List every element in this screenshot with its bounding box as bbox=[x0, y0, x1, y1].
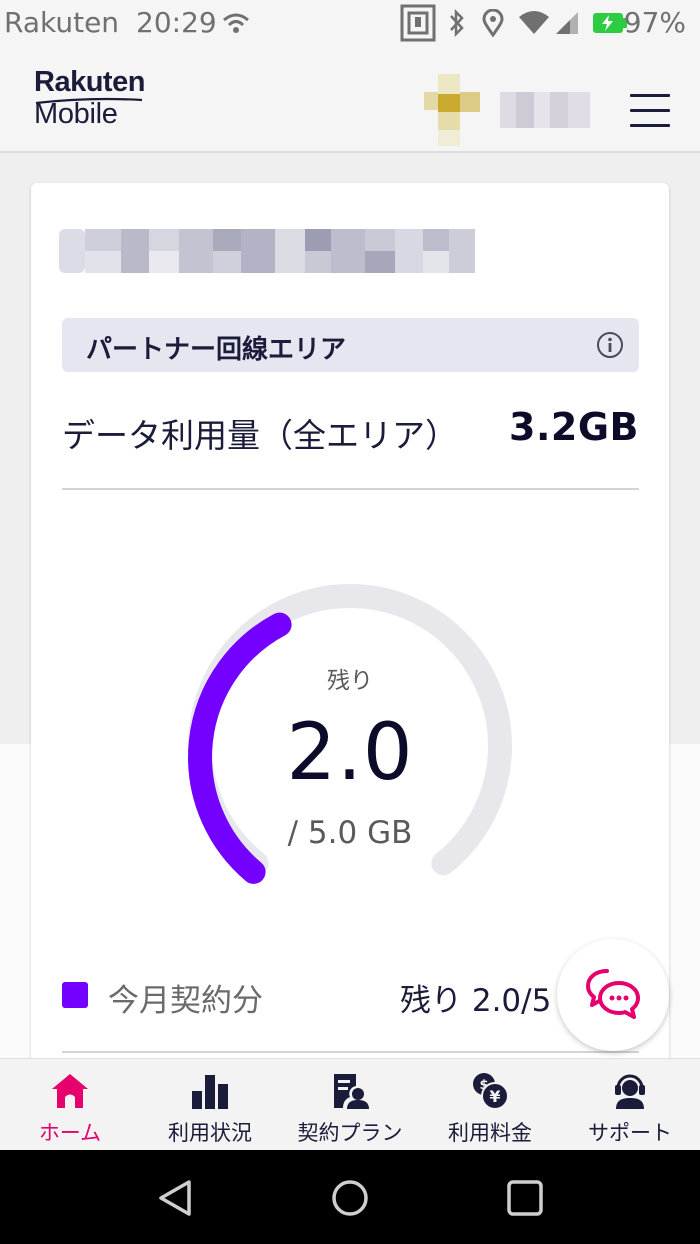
cell-signal-icon bbox=[556, 12, 578, 34]
rakuten-mobile-logo[interactable]: Rakuten Mobile bbox=[34, 68, 145, 129]
nav-item-support[interactable]: サポート bbox=[560, 1059, 700, 1151]
data-usage-card: パートナー回線エリア データ利用量（全エリア） 3.2GB 残り 2.0 / 5… bbox=[31, 183, 669, 1083]
wifi-hotspot-icon bbox=[223, 13, 249, 33]
yen-coin-icon: $ ¥ bbox=[473, 1073, 509, 1110]
nav-label: 利用料金 bbox=[448, 1121, 532, 1145]
nav-label: ホーム bbox=[38, 1121, 102, 1145]
usage-label: データ利用量（全エリア） bbox=[62, 416, 458, 455]
location-icon bbox=[482, 9, 504, 37]
nav-item-usage[interactable]: 利用状況 bbox=[140, 1059, 280, 1151]
nav-label: 契約プラン bbox=[297, 1121, 403, 1145]
battery-percent: 97% bbox=[623, 6, 686, 39]
usage-summary-row: データ利用量（全エリア） 3.2GB bbox=[62, 405, 639, 455]
home-circle-icon[interactable] bbox=[331, 1178, 369, 1218]
chat-support-button[interactable] bbox=[557, 939, 669, 1051]
home-icon bbox=[52, 1074, 88, 1108]
logo-line1: Rakuten bbox=[34, 66, 145, 98]
info-icon[interactable] bbox=[596, 331, 624, 359]
line-name-redacted bbox=[59, 229, 475, 273]
nfc-icon bbox=[400, 4, 436, 42]
gauge-caption: 残り bbox=[327, 668, 373, 694]
support-agent-icon bbox=[615, 1074, 645, 1109]
legend-swatch bbox=[62, 982, 88, 1008]
screen: Rakuten 20:29 97% Rakuten Mobile パートナー回線… bbox=[0, 0, 700, 1244]
back-icon[interactable] bbox=[156, 1178, 194, 1218]
gauge-total: / 5.0 GB bbox=[287, 815, 413, 851]
plan-allowance-row[interactable]: 今月契約分 残り 2.0/5 bbox=[62, 973, 639, 1019]
logo-swoosh-icon bbox=[35, 97, 143, 105]
status-time: 20:29 bbox=[136, 6, 217, 39]
partner-area-banner[interactable]: パートナー回線エリア bbox=[62, 318, 639, 372]
wifi-signal-icon bbox=[519, 11, 549, 34]
nav-label: サポート bbox=[588, 1121, 672, 1145]
nav-item-charges[interactable]: $ ¥ 利用料金 bbox=[420, 1059, 560, 1151]
nav-item-plan[interactable]: 契約プラン bbox=[280, 1059, 420, 1151]
chat-bubbles-icon bbox=[586, 969, 640, 1019]
bluetooth-icon bbox=[450, 9, 464, 37]
nav-label: 利用状況 bbox=[168, 1121, 252, 1145]
system-nav-bar bbox=[0, 1150, 700, 1244]
carrier-name: Rakuten bbox=[4, 6, 120, 39]
divider bbox=[62, 488, 639, 490]
usage-value: 3.2GB bbox=[509, 405, 639, 449]
menu-icon[interactable] bbox=[630, 94, 670, 128]
legend-label: 今月契約分 bbox=[108, 983, 263, 1019]
divider bbox=[62, 1051, 639, 1053]
nav-item-home[interactable]: ホーム bbox=[0, 1059, 140, 1151]
battery-charging-icon bbox=[593, 13, 627, 33]
account-avatar[interactable] bbox=[424, 74, 592, 148]
recents-icon[interactable] bbox=[506, 1178, 544, 1218]
bar-chart-icon bbox=[192, 1075, 228, 1109]
area-banner-label: パートナー回線エリア bbox=[86, 335, 347, 365]
contract-icon bbox=[334, 1074, 369, 1109]
svg-text:¥: ¥ bbox=[489, 1087, 500, 1106]
legend-value: 残り 2.0/5 bbox=[400, 983, 552, 1019]
app-header: Rakuten Mobile bbox=[0, 48, 700, 153]
bottom-nav: ホーム 利用状況 契約プラン $ ¥ 利用料金 サポート bbox=[0, 1058, 700, 1150]
status-bar: Rakuten 20:29 97% bbox=[0, 0, 700, 48]
gauge-remaining-value: 2.0 bbox=[286, 708, 414, 798]
